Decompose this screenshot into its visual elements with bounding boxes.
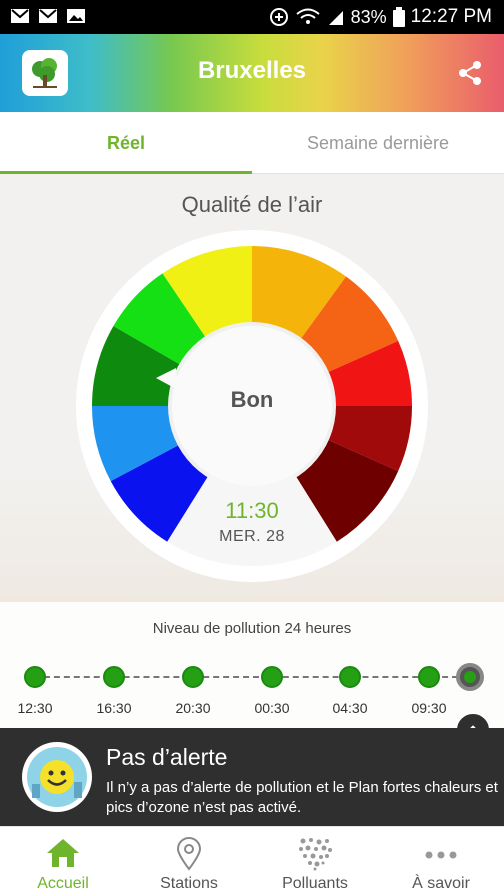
- signal-icon: [328, 11, 343, 25]
- timeline-time-label: 09:30: [411, 700, 447, 716]
- wifi-icon: [296, 8, 320, 24]
- timeline-point[interactable]: [261, 666, 283, 688]
- nav-pollutants-label: Polluants: [282, 875, 348, 892]
- nav-home[interactable]: Accueil: [0, 827, 126, 896]
- nav-home-label: Accueil: [37, 875, 89, 892]
- nav-info[interactable]: À savoir: [378, 827, 504, 896]
- tab-realtime[interactable]: Réel: [0, 112, 252, 174]
- nav-stations[interactable]: Stations: [126, 827, 252, 896]
- tab-last-week[interactable]: Semaine dernière: [252, 112, 504, 173]
- timeline-point[interactable]: [418, 666, 440, 688]
- timeline-time-label: 12:30: [17, 700, 53, 716]
- alert-title: Pas d’alerte: [106, 744, 228, 770]
- map-pin-icon: [176, 837, 202, 871]
- data-saver-icon: [269, 8, 288, 26]
- tab-bar: Réel Semaine dernière: [0, 112, 504, 174]
- air-quality-title: Qualité de l’air: [181, 192, 323, 217]
- battery-percent: 83%: [350, 6, 387, 27]
- nav-stations-label: Stations: [160, 875, 218, 892]
- timeline-point[interactable]: [339, 666, 361, 688]
- alert-description: Il n’y a pas d’alerte de pollution et le…: [106, 779, 498, 816]
- gmail-icon: [11, 9, 29, 23]
- app-header: Bruxelles: [0, 34, 504, 112]
- timeline-current-point[interactable]: [456, 663, 484, 691]
- image-icon: [67, 9, 85, 23]
- clock: 12:27 PM: [410, 6, 492, 27]
- timeline-time-label: 00:30: [254, 700, 290, 716]
- pollution-timeline: Niveau de pollution 24 heures 12:30 16:30…: [0, 602, 504, 728]
- bottom-navigation: Accueil Stations Polluants À savoir: [0, 826, 504, 896]
- nav-info-label: À savoir: [412, 875, 470, 892]
- timeline-point[interactable]: [24, 666, 46, 688]
- battery-icon: [392, 7, 405, 27]
- timeline-line: [34, 676, 468, 678]
- page-title: Bruxelles: [197, 57, 307, 84]
- status-bar: 83% 12:27 PM: [0, 0, 504, 34]
- timeline-point[interactable]: [182, 666, 204, 688]
- measurement-time: 11:30: [225, 498, 279, 523]
- timeline-title: Niveau de pollution 24 heures: [152, 620, 352, 637]
- gmail-icon: [39, 9, 57, 23]
- smiley-icon: [22, 742, 92, 812]
- home-icon: [47, 839, 79, 867]
- air-quality-status: Bon: [230, 387, 274, 412]
- particles-icon: [299, 838, 332, 871]
- share-icon[interactable]: [458, 60, 482, 86]
- timeline-time-label: 04:30: [332, 700, 368, 716]
- timeline-time-label: 20:30: [175, 700, 211, 716]
- measurement-date: MER. 28: [219, 528, 285, 545]
- air-quality-panel: Qualité de l’air Bon 11:30 MER. 28: [0, 174, 504, 602]
- timeline-time-label: 16:30: [96, 700, 132, 716]
- nav-pollutants[interactable]: Polluants: [252, 827, 378, 896]
- more-dots-icon: [425, 851, 457, 859]
- timeline-point[interactable]: [103, 666, 125, 688]
- alert-panel: Pas d’alerte Il n’y a pas d’alerte de po…: [0, 728, 504, 826]
